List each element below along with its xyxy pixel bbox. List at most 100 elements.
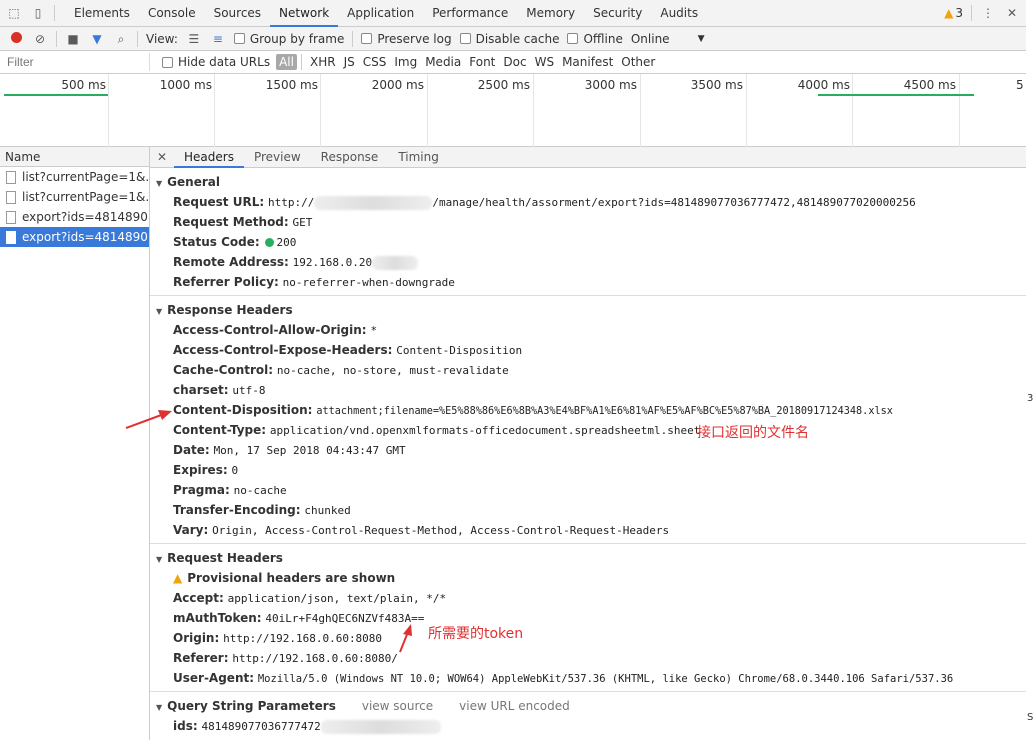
request-detail-pane: ✕ Headers Preview Response Timing ▼ Gener…: [150, 147, 1026, 740]
timeline-gridline: [852, 74, 853, 147]
throttling-select[interactable]: Online ▼: [631, 32, 705, 46]
filter-type-font[interactable]: Font: [469, 55, 495, 69]
divider: [54, 5, 55, 21]
warning-count: 3: [955, 6, 963, 20]
name-column-header[interactable]: Name: [0, 147, 149, 167]
status-ok-icon: [265, 238, 275, 247]
header-value: attachment;filename=%E5%88%86%E6%8B%A3%E…: [316, 406, 893, 417]
document-icon: [6, 210, 16, 224]
filter-type-xhr[interactable]: XHR: [310, 55, 336, 69]
tab-performance[interactable]: Performance: [423, 0, 517, 27]
header-key: User-Agent:: [173, 671, 255, 685]
response-headers-section: ▼ Response Headers Access-Control-Allow-O…: [150, 296, 1026, 544]
search-icon[interactable]: ⌕: [113, 31, 129, 47]
filter-type-all[interactable]: All: [276, 54, 297, 70]
preserve-log-checkbox[interactable]: Preserve log: [361, 31, 452, 46]
filter-icon[interactable]: ▼: [89, 31, 105, 47]
tab-memory[interactable]: Memory: [517, 0, 584, 27]
section-title: Request Headers: [167, 551, 283, 565]
edge-glyph: 3: [1027, 393, 1034, 404]
header-value: no-cache: [233, 484, 287, 497]
warning-icon: ▲: [173, 571, 183, 585]
timeline-gridline: [108, 74, 109, 147]
header-key: Request URL:: [173, 195, 265, 209]
filter-type-img[interactable]: Img: [394, 55, 417, 69]
tab-elements[interactable]: Elements: [65, 0, 139, 27]
disable-cache-checkbox[interactable]: Disable cache: [459, 32, 559, 46]
group-by-frame-checkbox[interactable]: Group by frame: [233, 32, 344, 46]
waterfall-icon[interactable]: ≡: [210, 31, 226, 47]
tab-application[interactable]: Application: [338, 0, 423, 27]
header-row: User-Agent: Mozilla/5.0 (Windows NT 10.0…: [150, 668, 1026, 688]
preserve-log-label: Preserve log: [377, 31, 452, 46]
request-row-selected[interactable]: export?ids=4814890...: [0, 227, 149, 247]
header-key: Status Code:: [173, 235, 260, 249]
checkbox-icon: [567, 33, 579, 44]
header-key: Access-Control-Allow-Origin:: [173, 323, 367, 337]
more-options-icon[interactable]: ⋮: [980, 5, 996, 21]
large-rows-icon[interactable]: ☰: [186, 31, 202, 47]
tab-audits[interactable]: Audits: [651, 0, 707, 27]
header-key: Referer:: [173, 651, 229, 665]
offline-checkbox[interactable]: Offline: [567, 32, 623, 46]
filter-type-js[interactable]: JS: [344, 55, 355, 69]
network-toolbar: ⊘ ■ ▼ ⌕ View: ☰ ≡ Group by frame Preserv…: [0, 27, 1026, 51]
general-section-header[interactable]: ▼ General: [150, 172, 1026, 192]
filter-type-css[interactable]: CSS: [363, 55, 387, 69]
capture-screenshots-icon[interactable]: ■: [65, 31, 81, 47]
filter-bar: Hide data URLs All XHR JS CSS Img Media …: [0, 51, 1026, 74]
tab-response[interactable]: Response: [311, 147, 389, 168]
filter-type-other[interactable]: Other: [621, 55, 655, 69]
checkbox-icon: [361, 33, 373, 44]
tab-timing[interactable]: Timing: [388, 147, 449, 168]
inspect-element-icon[interactable]: ⬚: [6, 5, 22, 21]
header-key: charset:: [173, 383, 229, 397]
tab-security[interactable]: Security: [584, 0, 651, 27]
view-source-link[interactable]: view source: [362, 699, 433, 713]
timeline-tick: 4500 ms: [903, 78, 956, 92]
tab-headers[interactable]: Headers: [174, 147, 244, 168]
header-row: Referer: http://192.168.0.60:8080/: [150, 648, 1026, 668]
timeline-overview[interactable]: 500 ms 1000 ms 1500 ms 2000 ms 2500 ms 3…: [0, 74, 1026, 147]
timeline-gridline: [320, 74, 321, 147]
header-key: Pragma:: [173, 483, 230, 497]
header-value: chunked: [304, 504, 351, 517]
header-key: Date:: [173, 443, 210, 457]
chevron-down-icon: ▼: [697, 33, 705, 44]
document-icon: [6, 230, 16, 244]
request-row[interactable]: list?currentPage=1&...: [0, 167, 149, 187]
filter-type-media[interactable]: Media: [425, 55, 461, 69]
tab-network[interactable]: Network: [270, 0, 339, 27]
section-title: Query String Parameters: [167, 699, 336, 713]
tab-sources[interactable]: Sources: [205, 0, 270, 27]
record-icon[interactable]: [8, 31, 24, 47]
request-row[interactable]: export?ids=4814890...: [0, 207, 149, 227]
tab-preview[interactable]: Preview: [244, 147, 311, 168]
hide-data-urls-checkbox[interactable]: Hide data URLs: [162, 55, 270, 69]
device-toolbar-icon[interactable]: ▯: [30, 5, 46, 21]
query-string-header[interactable]: ▼ Query String Parameters view source view …: [150, 696, 1026, 716]
param-value: 481489077036777472: [201, 720, 321, 733]
header-key: Remote Address:: [173, 255, 289, 269]
filter-input[interactable]: [4, 53, 150, 71]
tab-console[interactable]: Console: [139, 0, 205, 27]
filter-type-manifest[interactable]: Manifest: [562, 55, 613, 69]
clear-icon[interactable]: ⊘: [32, 31, 48, 47]
filter-type-ws[interactable]: WS: [535, 55, 554, 69]
checkbox-icon: [233, 33, 245, 44]
request-row[interactable]: list?currentPage=1&...: [0, 187, 149, 207]
filter-type-doc[interactable]: Doc: [503, 55, 526, 69]
close-icon[interactable]: ✕: [1004, 5, 1020, 21]
view-url-encoded-link[interactable]: view URL encoded: [459, 699, 570, 713]
response-headers-header[interactable]: ▼ Response Headers: [150, 300, 1026, 320]
divider: [971, 5, 972, 21]
timeline-gridline: [959, 74, 960, 147]
provisional-warning: ▲ Provisional headers are shown: [150, 568, 1026, 588]
warnings-counter[interactable]: ▲ 3: [944, 6, 963, 20]
request-headers-header[interactable]: ▼ Request Headers: [150, 548, 1026, 568]
close-icon[interactable]: ✕: [154, 149, 170, 165]
checkbox-icon: [459, 33, 471, 44]
checkbox-icon: [162, 56, 173, 68]
divider: [56, 30, 57, 47]
divider: [352, 30, 354, 47]
